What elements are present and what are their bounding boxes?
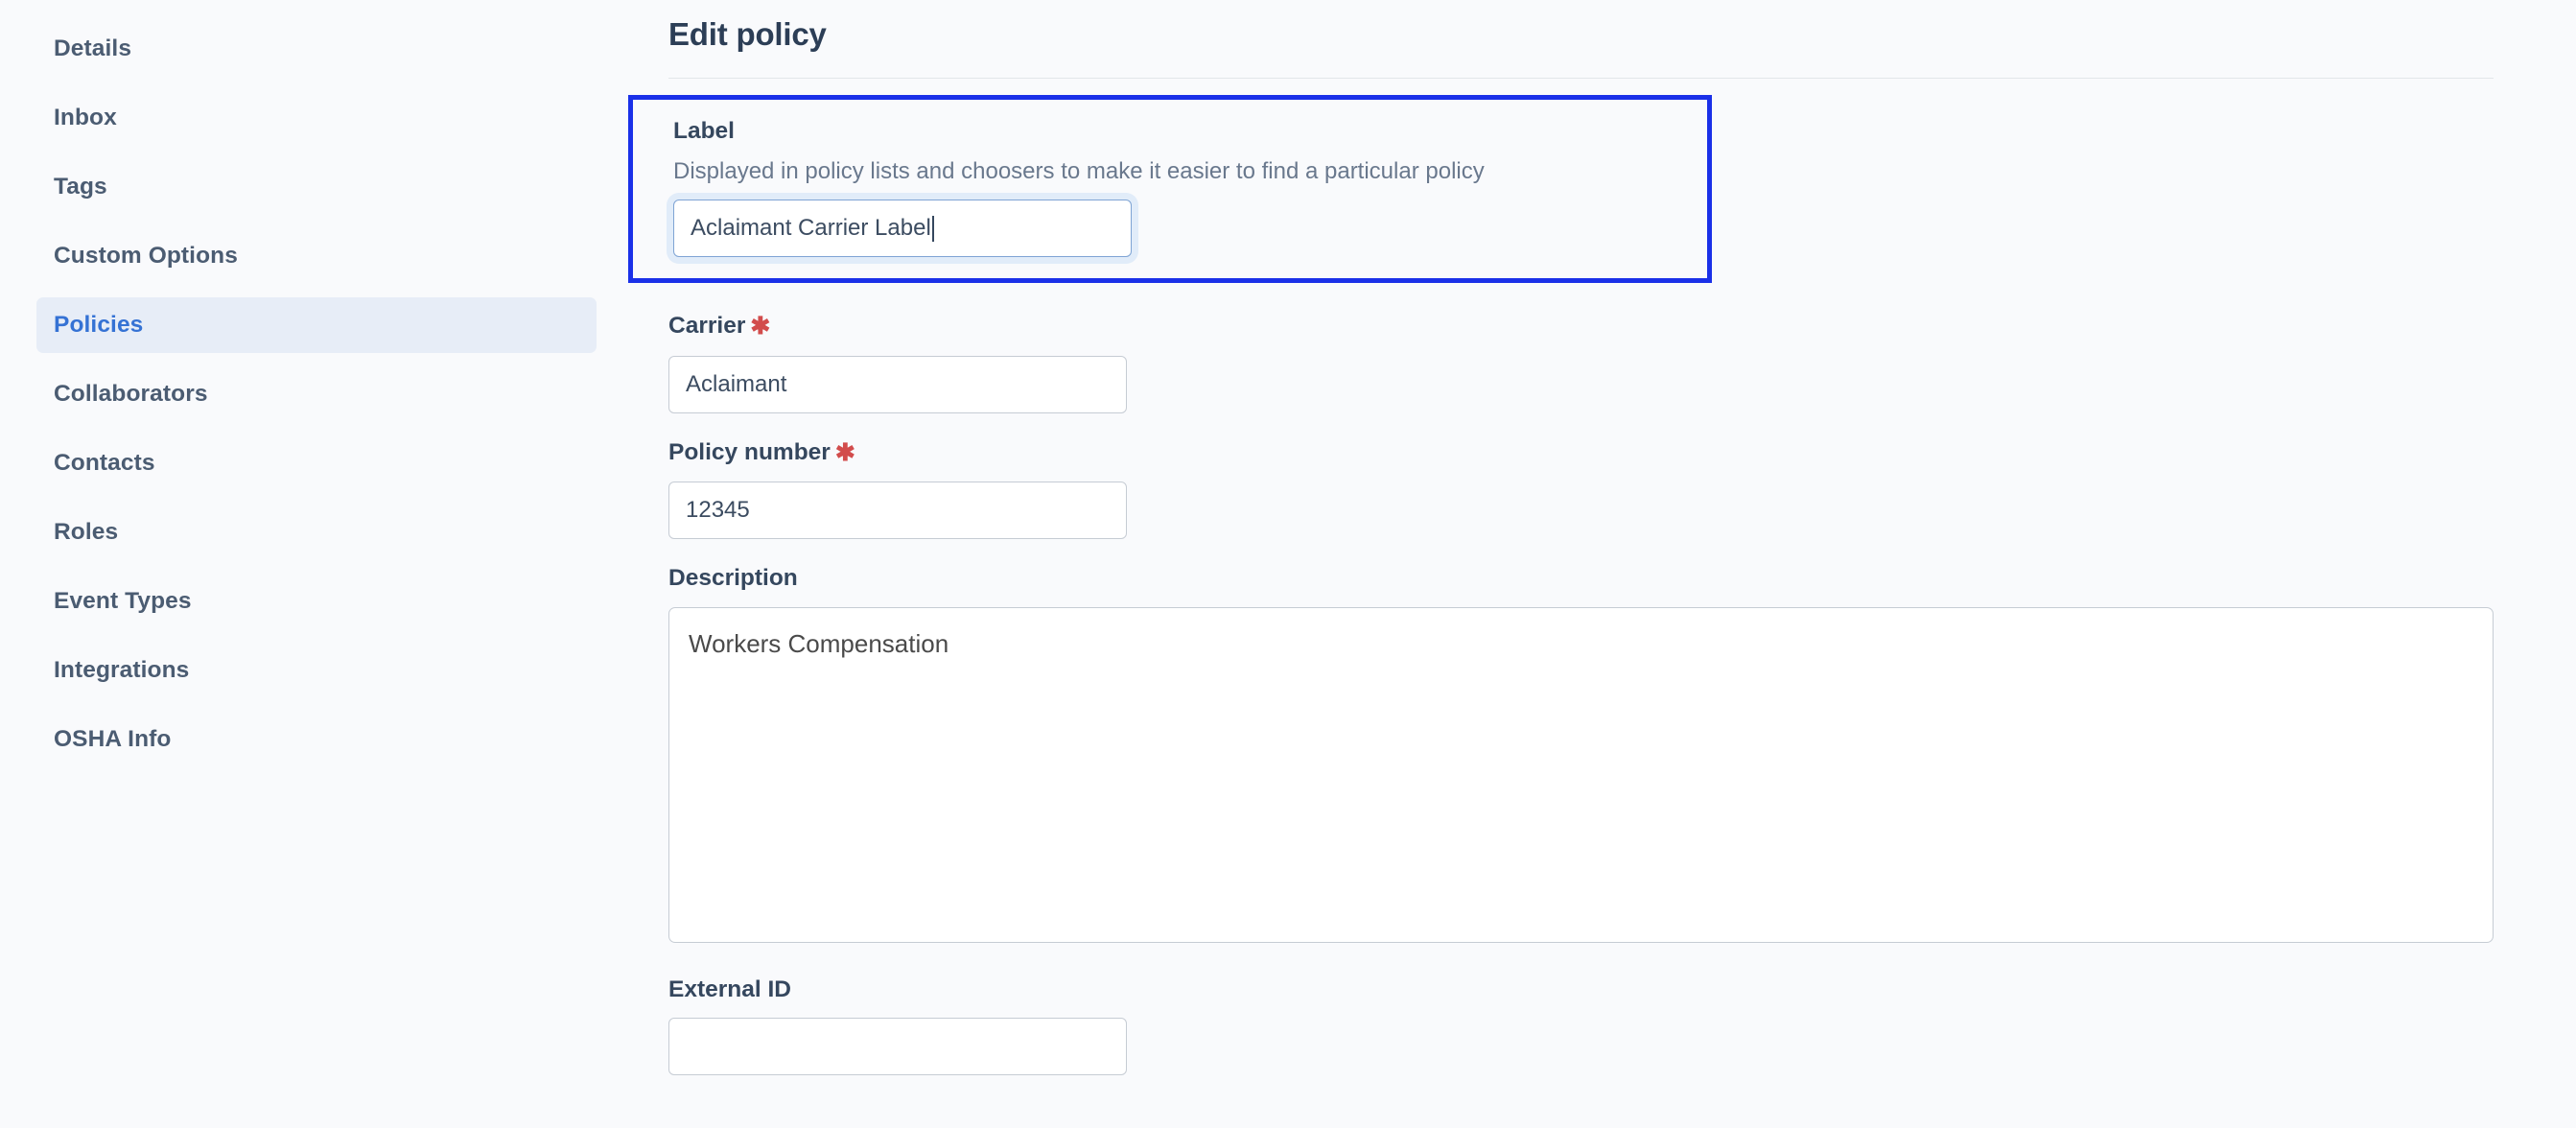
- sidebar-item-label: Contacts: [54, 450, 155, 476]
- label-field-label: Label: [673, 117, 735, 144]
- policy-number-input[interactable]: [668, 481, 1127, 539]
- sidebar-item-policies[interactable]: Policies: [36, 297, 597, 353]
- sidebar-item-integrations[interactable]: Integrations: [36, 643, 597, 698]
- sidebar-item-label: Roles: [54, 519, 119, 545]
- sidebar-nav-list: Details Inbox Tags Custom Options Polici…: [0, 21, 633, 767]
- sidebar-item-roles[interactable]: Roles: [36, 505, 597, 560]
- sidebar-item-contacts[interactable]: Contacts: [36, 435, 597, 491]
- carrier-field-label: Carrier ✱: [668, 312, 2576, 341]
- required-asterisk-icon: ✱: [834, 438, 855, 466]
- policy-number-label-text: Policy number: [668, 438, 831, 465]
- description-textarea[interactable]: [668, 606, 2494, 943]
- sidebar-item-label: Integrations: [54, 657, 190, 683]
- sidebar-item-event-types[interactable]: Event Types: [36, 574, 597, 629]
- carrier-label-text: Carrier: [668, 313, 746, 340]
- sidebar-item-label: Custom Options: [54, 243, 238, 269]
- sidebar-item-custom-options[interactable]: Custom Options: [36, 228, 597, 284]
- sidebar-item-collaborators[interactable]: Collaborators: [36, 366, 597, 422]
- edit-policy-form: Label Displayed in policy lists and choo…: [628, 94, 2576, 1076]
- description-field-group: Description: [633, 564, 2576, 943]
- carrier-field-group: Carrier ✱: [633, 312, 2576, 413]
- label-field-highlight: Label Displayed in policy lists and choo…: [628, 94, 1712, 284]
- policy-number-field-label: Policy number ✱: [668, 438, 2576, 468]
- external-id-input[interactable]: [668, 1018, 1127, 1076]
- main-content: Edit policy Label Displayed in policy li…: [628, 0, 2576, 1128]
- sidebar-item-label: Tags: [54, 174, 107, 200]
- sidebar-item-tags[interactable]: Tags: [36, 159, 597, 215]
- label-input[interactable]: Aclaimant Carrier Label: [673, 200, 1132, 258]
- description-field-label: Description: [668, 564, 798, 591]
- policy-number-field-group: Policy number ✱: [633, 438, 2576, 539]
- settings-sidebar: Details Inbox Tags Custom Options Polici…: [0, 0, 633, 1128]
- sidebar-item-label: Policies: [54, 312, 144, 338]
- sidebar-item-osha-info[interactable]: OSHA Info: [36, 712, 597, 767]
- required-asterisk-icon: ✱: [750, 313, 771, 341]
- label-field-help-text: Displayed in policy lists and choosers t…: [673, 158, 1485, 185]
- sidebar-item-label: Event Types: [54, 588, 192, 614]
- external-id-field-label: External ID: [668, 975, 791, 1002]
- sidebar-item-label: Collaborators: [54, 381, 208, 407]
- sidebar-item-inbox[interactable]: Inbox: [36, 90, 597, 146]
- text-caret: [931, 215, 934, 242]
- page-header: Edit policy: [633, 0, 2576, 54]
- label-input-value: Aclaimant Carrier Label: [691, 215, 931, 242]
- page-title: Edit policy: [668, 16, 827, 52]
- sidebar-item-label: Inbox: [54, 105, 117, 130]
- external-id-field-group: External ID: [633, 975, 2576, 1076]
- carrier-input[interactable]: [668, 355, 1127, 413]
- sidebar-item-details[interactable]: Details: [36, 21, 597, 77]
- sidebar-item-label: Details: [54, 35, 132, 61]
- app-root: Details Inbox Tags Custom Options Polici…: [0, 0, 2576, 1128]
- header-divider: [668, 77, 2494, 79]
- sidebar-item-label: OSHA Info: [54, 726, 172, 752]
